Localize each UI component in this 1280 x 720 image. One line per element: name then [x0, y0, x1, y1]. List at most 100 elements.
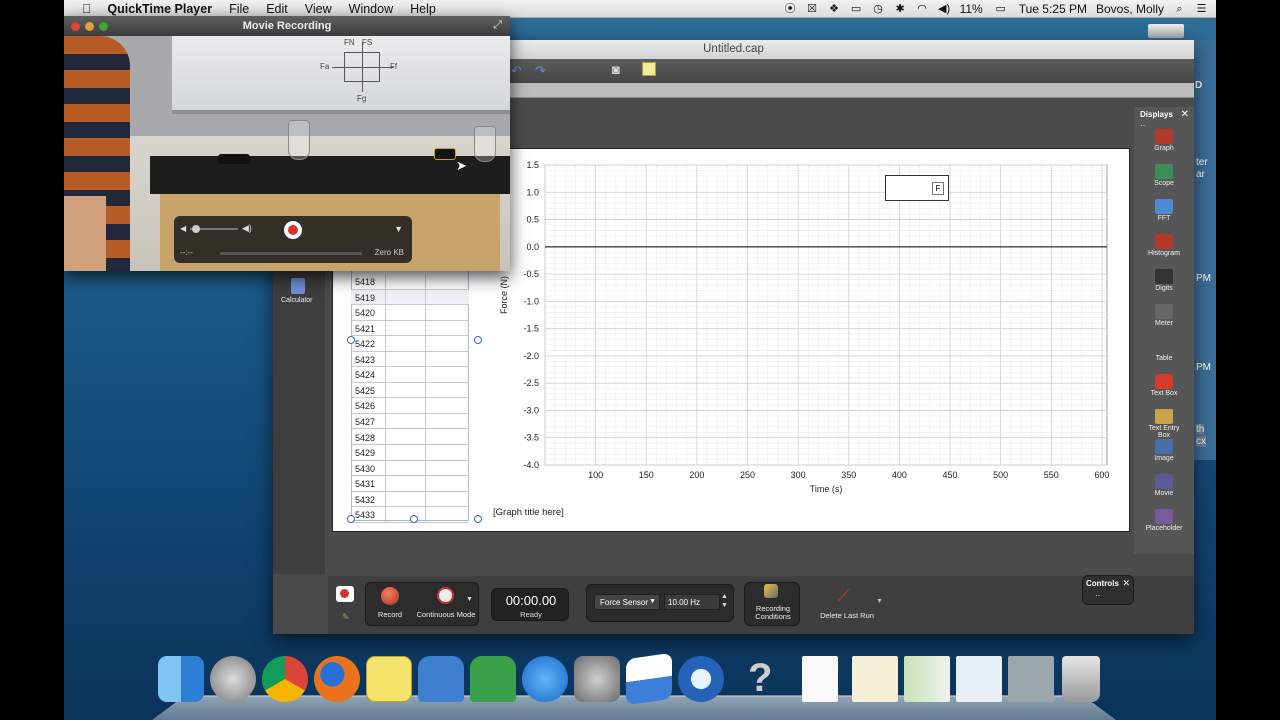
hard-drive-icon[interactable] [1148, 24, 1184, 38]
close-status-icon[interactable]: ☒ [806, 3, 819, 16]
bluetooth-icon[interactable]: ✱ [894, 3, 907, 16]
table-row[interactable]: 5424 [351, 367, 469, 383]
table-row[interactable]: 5419 [351, 289, 469, 306]
notification-center-icon[interactable]: ☰ [1195, 3, 1208, 16]
quicktime-icon[interactable] [678, 656, 724, 702]
battery-percent[interactable]: 11% [960, 2, 983, 16]
table-row[interactable]: 5427 [351, 413, 469, 430]
undo-icon[interactable]: ↶ [511, 63, 522, 79]
wifi-icon[interactable]: ◠ [916, 3, 929, 16]
window-minimize-button[interactable] [85, 22, 94, 31]
dropbox-icon[interactable]: ❖ [828, 3, 841, 16]
time-machine-icon[interactable]: ◷ [872, 3, 885, 16]
force-time-graph[interactable]: 100 150 200 250 300 350 400 450 500 550 600 1.5 1.0 0… [483, 149, 1123, 533]
table-cell[interactable] [385, 351, 426, 367]
calculator-icon[interactable] [291, 278, 305, 294]
launchpad-icon[interactable] [210, 656, 256, 702]
table-cell[interactable] [385, 367, 426, 383]
display-fft[interactable]: FFT [1142, 199, 1186, 222]
resize-handle[interactable] [347, 336, 355, 344]
trash-icon[interactable] [1062, 656, 1100, 702]
table-row[interactable]: 5423 [351, 351, 469, 368]
table-cell[interactable] [385, 305, 426, 321]
stack-web-icon[interactable] [956, 656, 1002, 702]
rate-stepper-icon[interactable]: ▲ ▼ [721, 592, 728, 610]
resize-handle[interactable] [410, 515, 418, 523]
rate-value[interactable]: 10.00 Hz [668, 598, 700, 607]
display-image[interactable]: Image [1142, 439, 1186, 462]
table-cell[interactable] [385, 398, 426, 414]
table-row[interactable]: 5428 [351, 429, 469, 445]
menu-edit[interactable]: Edit [266, 2, 288, 16]
pen-icon[interactable]: ✎ [342, 612, 350, 623]
table-row[interactable]: 5430 [351, 460, 469, 477]
app-store-icon[interactable] [522, 656, 568, 702]
finder-icon[interactable] [158, 656, 204, 702]
stack-photo-icon[interactable] [1008, 656, 1054, 702]
record-status-icon[interactable]: ⦿ [784, 3, 797, 16]
spotlight-search-icon[interactable]: ⌕ [1173, 3, 1186, 16]
table-cell[interactable] [385, 336, 426, 352]
options-chevron-icon[interactable]: ▼ [394, 224, 403, 234]
system-preferences-icon[interactable] [574, 656, 620, 702]
table-cell[interactable] [385, 413, 426, 429]
record-label[interactable]: Record [372, 610, 408, 619]
table-row[interactable]: 5431 [351, 476, 469, 492]
redo-icon[interactable]: ↷ [535, 63, 546, 79]
display-graph[interactable]: Graph [1142, 129, 1186, 152]
recording-conditions-label-2[interactable]: Conditions [746, 612, 800, 621]
logger-pro-icon[interactable] [626, 652, 672, 706]
table-cell[interactable] [385, 289, 426, 305]
window-close-button[interactable] [71, 22, 80, 31]
volume-knob[interactable] [192, 225, 200, 233]
resize-handle[interactable] [347, 515, 355, 523]
display-histogram[interactable]: Histogram [1142, 234, 1186, 257]
display-text-box[interactable]: Text Box [1142, 374, 1186, 397]
excel-icon[interactable] [470, 656, 516, 702]
continuous-mode-icon[interactable] [437, 587, 454, 604]
display-meter[interactable]: Meter [1142, 304, 1186, 327]
table-row[interactable]: 5420 [351, 305, 469, 321]
table-row[interactable]: 5421 [351, 320, 469, 337]
firefox-icon[interactable] [314, 656, 360, 702]
table-cell[interactable] [385, 507, 426, 523]
menu-window[interactable]: Window [349, 2, 393, 16]
legend-box[interactable]: F [885, 175, 949, 201]
panel-grip[interactable]: ·· [1095, 591, 1100, 600]
airplay-icon[interactable]: ▭ [850, 3, 863, 16]
user-name[interactable]: Bovos, Molly [1096, 2, 1164, 16]
volume-icon[interactable]: ◀) [938, 3, 951, 16]
record-button[interactable] [381, 587, 399, 605]
stack-notes-icon[interactable] [852, 656, 898, 702]
table-cell[interactable] [385, 476, 426, 492]
calculator-label[interactable]: Calculator [281, 297, 313, 304]
resize-handle[interactable] [474, 336, 482, 344]
close-icon[interactable]: ✕ [1181, 109, 1189, 120]
table-cell[interactable] [385, 320, 426, 336]
table-cell[interactable] [385, 491, 426, 507]
stack-spreadsheet-icon[interactable] [904, 656, 950, 702]
document-icon[interactable] [802, 656, 838, 702]
table-row[interactable]: 5432 [351, 491, 469, 508]
apple-menu-icon[interactable]:  [82, 2, 91, 16]
sensor-label[interactable]: Force Sensor [600, 598, 648, 607]
menu-help[interactable]: Help [410, 2, 436, 16]
app-menu[interactable]: QuickTime Player [107, 2, 212, 16]
delete-last-run-label[interactable]: Delete Last Run [814, 611, 880, 620]
menu-file[interactable]: File [229, 2, 249, 16]
fullscreen-icon[interactable]: ⤢ [493, 19, 502, 32]
chrome-icon[interactable] [262, 656, 308, 702]
table-cell[interactable] [385, 429, 426, 445]
graph-title[interactable]: [Graph title here] [493, 507, 564, 518]
table-row[interactable]: 5429 [351, 445, 469, 461]
notebook-icon[interactable] [642, 62, 656, 76]
camera-icon[interactable]: ◙ [612, 62, 620, 77]
collect-mode-icon[interactable] [336, 586, 354, 602]
window-zoom-button[interactable] [99, 22, 108, 31]
delete-last-run-icon[interactable]: ⟋ [838, 588, 849, 606]
stickies-icon[interactable] [366, 656, 412, 702]
chevron-down-icon[interactable]: ▼ [466, 596, 473, 603]
close-icon[interactable]: ✕ [1122, 578, 1130, 589]
continuous-mode-label[interactable]: Continuous Mode [414, 610, 478, 619]
clock[interactable]: Tue 5:25 PM [1019, 2, 1087, 16]
